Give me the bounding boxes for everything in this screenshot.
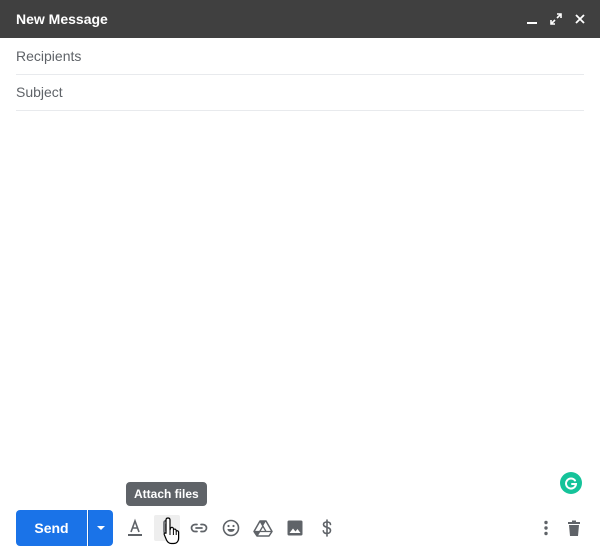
send-options-dropdown[interactable] [88,510,113,546]
compose-title: New Message [16,11,108,27]
message-body[interactable] [16,112,584,462]
subject-input[interactable] [16,74,584,110]
recipients-field[interactable] [16,38,584,75]
recipients-input[interactable] [16,38,584,74]
drive-icon[interactable] [250,515,276,541]
compose-titlebar[interactable]: New Message [0,0,600,38]
subject-field[interactable] [16,74,584,111]
more-options-icon[interactable] [533,515,559,541]
photo-icon[interactable] [282,515,308,541]
grammarly-icon[interactable] [560,472,582,494]
trash-icon[interactable] [561,515,587,541]
compose-window: New Message Attach files [0,0,600,558]
link-icon[interactable] [186,515,212,541]
send-button-group: Send [16,510,113,546]
formatting-icon[interactable] [122,515,148,541]
send-button[interactable]: Send [16,510,87,546]
dollar-icon[interactable] [314,515,340,541]
chevron-down-icon [97,526,105,530]
tooltip: Attach files [126,482,207,506]
close-icon[interactable] [572,11,588,27]
fullscreen-icon[interactable] [548,11,564,27]
minimize-icon[interactable] [524,11,540,27]
emoji-icon[interactable] [218,515,244,541]
hand-cursor-icon [163,517,180,545]
